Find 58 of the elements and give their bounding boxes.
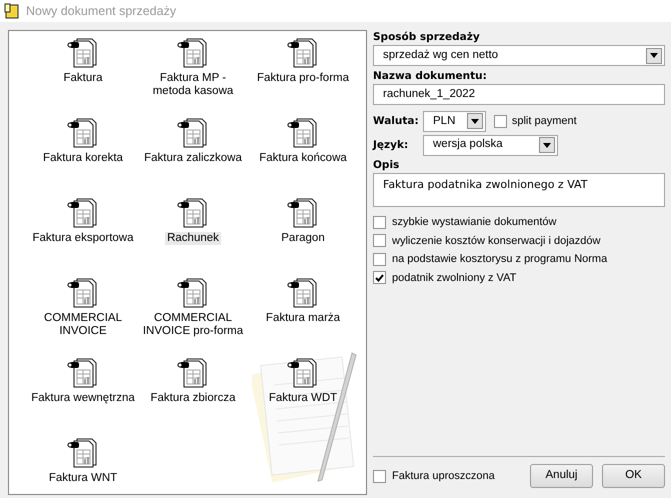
checkbox-label: wyliczenie kosztów konserwacji i dojazdów [392, 234, 600, 249]
field-label: Nazwa dokumentu: [373, 68, 488, 84]
document-icon [177, 36, 209, 68]
cancel-button[interactable]: Anuluj [530, 464, 593, 488]
document-type-item[interactable]: Faktura wewnętrzna [29, 392, 137, 405]
document-type-item[interactable]: Faktura pro-forma [254, 72, 352, 85]
field-label: Opis [373, 158, 400, 174]
language-dropdown[interactable]: wersja polska [423, 134, 558, 156]
checkbox-label: na podstawie kosztorysu z programu Norma [392, 252, 608, 268]
document-icon [177, 356, 209, 388]
document-type-item[interactable]: Faktura WDT [266, 392, 340, 405]
document-type-item[interactable]: Faktura WNT [46, 472, 120, 485]
checkbox[interactable] [373, 234, 386, 248]
document-icon [67, 276, 99, 308]
checkbox-label: szybkie wystawianie dokumentów [392, 215, 556, 230]
sale-method-dropdown[interactable]: sprzedaż wg cen netto [373, 45, 665, 66]
document-type-item[interactable]: Faktura korekta [41, 152, 125, 165]
checkbox-label: split payment [512, 114, 577, 129]
document-type-item[interactable]: COMMERCIAL INVOICE [29, 312, 137, 338]
document-icon [287, 36, 319, 68]
checkbox[interactable] [494, 114, 507, 128]
document-type-item[interactable]: Faktura [62, 72, 104, 85]
document-type-item[interactable]: COMMERCIAL INVOICE pro-forma [139, 312, 247, 338]
document-icon [67, 116, 99, 148]
checkbox[interactable] [373, 271, 386, 284]
document-icon [287, 116, 319, 148]
document-icon [177, 276, 209, 308]
document-type-item[interactable]: Paragon [279, 232, 327, 245]
document-type-item[interactable]: Faktura końcowa [257, 152, 349, 165]
document-icon [67, 356, 99, 388]
document-icon [67, 196, 99, 228]
field-label: Sposób sprzedaży [373, 30, 481, 45]
description-field[interactable]: Faktura podatnika zwolnionego z VAT [373, 173, 665, 208]
currency-dropdown[interactable]: PLN [423, 110, 486, 132]
document-icon [287, 356, 319, 388]
document-type-item[interactable]: Faktura zaliczkowa [142, 152, 244, 165]
document-icon [177, 116, 209, 148]
field-label: Waluta: [373, 114, 418, 129]
checkbox-label: podatnik zwolniony z VAT [392, 270, 516, 286]
document-name-field[interactable]: rachunek_1_2022 [373, 84, 665, 105]
app-icon [4, 3, 20, 19]
checkbox[interactable] [373, 252, 386, 266]
document-icon [67, 36, 99, 68]
window-title: Nowy dokument sprzedaży [26, 2, 176, 20]
document-icon [67, 436, 99, 468]
ok-button[interactable]: OK [602, 464, 665, 488]
checkbox[interactable] [373, 470, 386, 482]
document-icon [177, 196, 209, 228]
document-icon [287, 276, 319, 308]
document-type-item[interactable]: Faktura MP - metoda kasowa [139, 72, 247, 98]
checkbox-label: Faktura uproszczona [392, 468, 495, 484]
checkbox[interactable] [373, 216, 386, 229]
field-label: Język: [373, 138, 410, 152]
document-type-item[interactable]: Faktura eksportowa [30, 232, 136, 245]
document-type-item[interactable]: Rachunek [165, 232, 221, 245]
document-type-item[interactable]: Faktura marża [264, 312, 342, 325]
document-type-item[interactable]: Faktura zbiorcza [148, 392, 238, 405]
document-icon [287, 196, 319, 228]
